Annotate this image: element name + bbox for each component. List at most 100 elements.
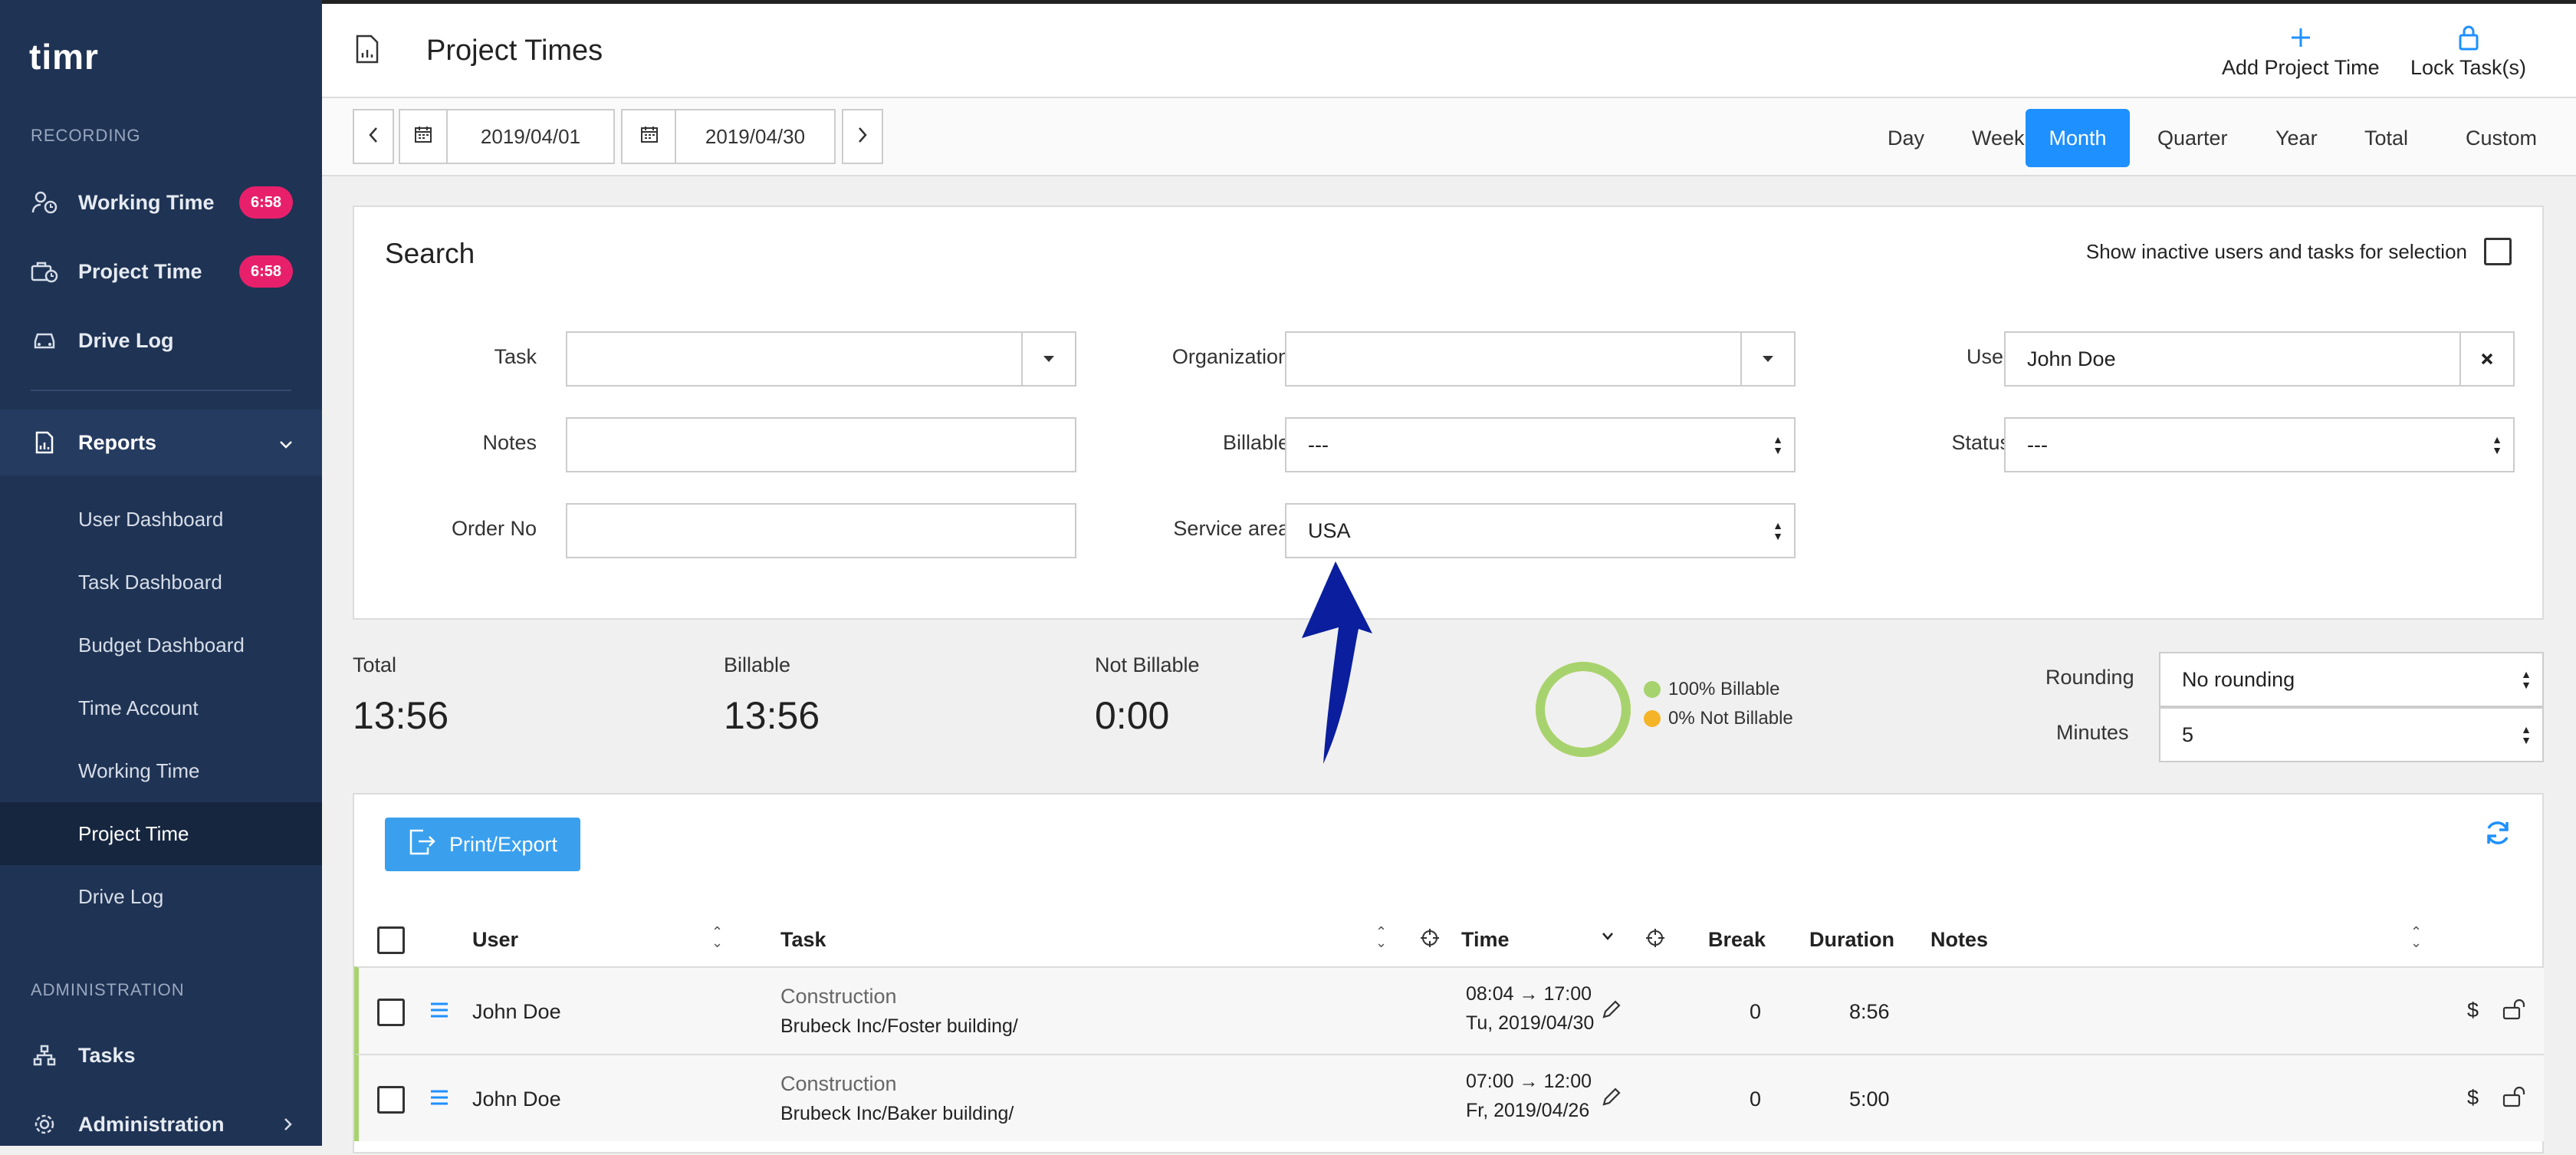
refresh-icon[interactable] [2484,819,2512,851]
from-date-calendar-button[interactable] [399,109,448,164]
not-billable-dot [1644,710,1661,727]
order-no-input[interactable] [566,503,1076,558]
total-label: Total [353,653,397,676]
sidebar-divider [31,390,291,391]
next-period-button[interactable] [842,109,883,164]
previous-period-button[interactable] [353,109,394,164]
row-task: Construction [780,1072,897,1095]
row-checkbox[interactable] [377,999,405,1026]
sidebar-item-label: Working Time [78,190,215,214]
sort-icon[interactable]: ⌃ ⌄ [1375,925,1387,949]
organization-select[interactable] [1285,331,1796,387]
page-header: Project Times Add Project Time Lock Task… [322,0,2576,98]
sidebar-item-time-account[interactable]: Time Account [0,676,322,739]
clear-user-button[interactable] [2459,333,2513,385]
billable-label: Billable [1222,431,1290,454]
table-row[interactable]: John Doe Construction Brubeck Inc/Baker … [354,1054,2544,1141]
period-month[interactable]: Month [2026,109,2130,167]
date-range-bar: 2019/04/01 2019/04/30 Day Week Month Qua… [322,98,2576,176]
period-total[interactable]: Total [2344,109,2428,167]
chevron-right-icon [857,125,868,149]
period-custom[interactable]: Custom [2446,109,2557,167]
status-select[interactable]: --- ▲ ▼ [2004,417,2515,472]
sidebar-item-tasks[interactable]: Tasks [0,1025,322,1086]
menu-icon[interactable] [429,1002,449,1022]
organization-label: Organization [1171,345,1290,368]
column-header-time[interactable]: Time [1461,928,1510,952]
column-header-duration[interactable]: Duration [1809,928,1894,952]
pencil-icon[interactable] [1601,999,1622,1024]
notes-input[interactable] [566,417,1076,472]
logo-text: timr [29,37,99,77]
user-value: John Doe [2027,347,2116,370]
pencil-icon[interactable] [1601,1086,1622,1111]
caret-down-icon[interactable] [1021,333,1075,385]
crosshair-icon[interactable] [1420,928,1440,952]
project-time-badge: 6:58 [239,255,293,288]
sidebar-item-budget-dashboard[interactable]: Budget Dashboard [0,614,322,676]
sidebar-item-user-dashboard[interactable]: User Dashboard [0,488,322,551]
unlock-icon[interactable] [2502,1086,2528,1111]
column-header-task[interactable]: Task [780,928,826,952]
row-checkbox[interactable] [377,1086,405,1114]
minutes-select[interactable]: 5 ▲ ▼ [2159,707,2544,762]
column-header-break[interactable]: Break [1708,928,1766,952]
sort-icon[interactable]: ⌃ ⌄ [2410,925,2422,949]
task-label: Task [494,345,537,368]
sidebar-item-drive-log-report[interactable]: Drive Log [0,865,322,928]
dollar-icon[interactable]: $ [2467,1086,2479,1110]
report-icon [31,429,58,456]
row-task-path: Brubeck Inc/Foster building/ [780,1015,1018,1037]
document-chart-icon [356,35,379,67]
timr-logo[interactable]: timr [29,35,99,78]
crosshair-icon[interactable] [1645,928,1665,952]
order-no-label: Order No [451,517,537,540]
add-project-time-button[interactable]: Add Project Time [2222,19,2380,80]
to-date-calendar-button[interactable] [621,109,678,164]
row-task: Construction [780,985,897,1008]
billable-select[interactable]: --- ▲ ▼ [1285,417,1796,472]
show-inactive-checkbox[interactable] [2484,238,2512,265]
billable-summary-value: 13:56 [724,694,820,737]
billable-summary-label: Billable [724,653,791,676]
to-date-input[interactable]: 2019/04/30 [675,109,836,164]
period-year[interactable]: Year [2256,109,2338,167]
sidebar-item-administration[interactable]: Administration [0,1094,322,1155]
donut-billable-segment [1536,662,1631,757]
sidebar-item-project-time-report[interactable]: Project Time [0,802,322,865]
chevron-left-icon [368,125,379,149]
sidebar-item-working-time-report[interactable]: Working Time [0,739,322,802]
rounding-select[interactable]: No rounding ▲ ▼ [2159,652,2544,707]
row-duration: 5:00 [1849,1088,1890,1111]
sidebar-item-task-dashboard[interactable]: Task Dashboard [0,551,322,614]
period-quarter[interactable]: Quarter [2137,109,2248,167]
sort-icon[interactable]: ⌃ ⌄ [711,925,723,949]
sidebar-item-working-time[interactable]: Working Time 6:58 [0,172,322,233]
service-area-select[interactable]: USA ▲ ▼ [1285,503,1796,558]
table-row[interactable]: John Doe Construction Brubeck Inc/Foster… [354,966,2544,1054]
column-header-user[interactable]: User [472,928,518,952]
caret-down-icon[interactable] [1740,333,1794,385]
period-day[interactable]: Day [1868,109,1944,167]
menu-icon[interactable] [429,1089,449,1110]
sidebar-item-project-time[interactable]: Project Time 6:58 [0,241,322,302]
show-inactive-option: Show inactive users and tasks for select… [2086,238,2512,265]
chevron-down-icon[interactable] [1601,931,1615,946]
lock-tasks-button[interactable]: Lock Task(s) [2410,19,2526,80]
user-label: User [1966,345,2010,368]
print-export-button[interactable]: Print/Export [385,818,581,871]
not-billable-label: Not Billable [1095,653,1200,676]
task-select[interactable] [566,331,1076,387]
row-date: Tu, 2019/04/30 [1466,1012,1595,1034]
row-task-path: Brubeck Inc/Baker building/ [780,1103,1014,1124]
sidebar-item-reports[interactable]: Reports [0,410,322,475]
from-date-input[interactable]: 2019/04/01 [446,109,615,164]
dollar-icon[interactable]: $ [2467,999,2479,1022]
sidebar-item-drive-log[interactable]: Drive Log [0,310,322,371]
user-select[interactable]: John Doe [2004,331,2515,387]
sidebar-item-label: Administration [78,1112,225,1136]
unlock-icon[interactable] [2502,999,2528,1024]
column-header-notes[interactable]: Notes [1930,928,1988,952]
select-all-checkbox[interactable] [377,926,405,954]
billable-dot [1644,681,1661,698]
